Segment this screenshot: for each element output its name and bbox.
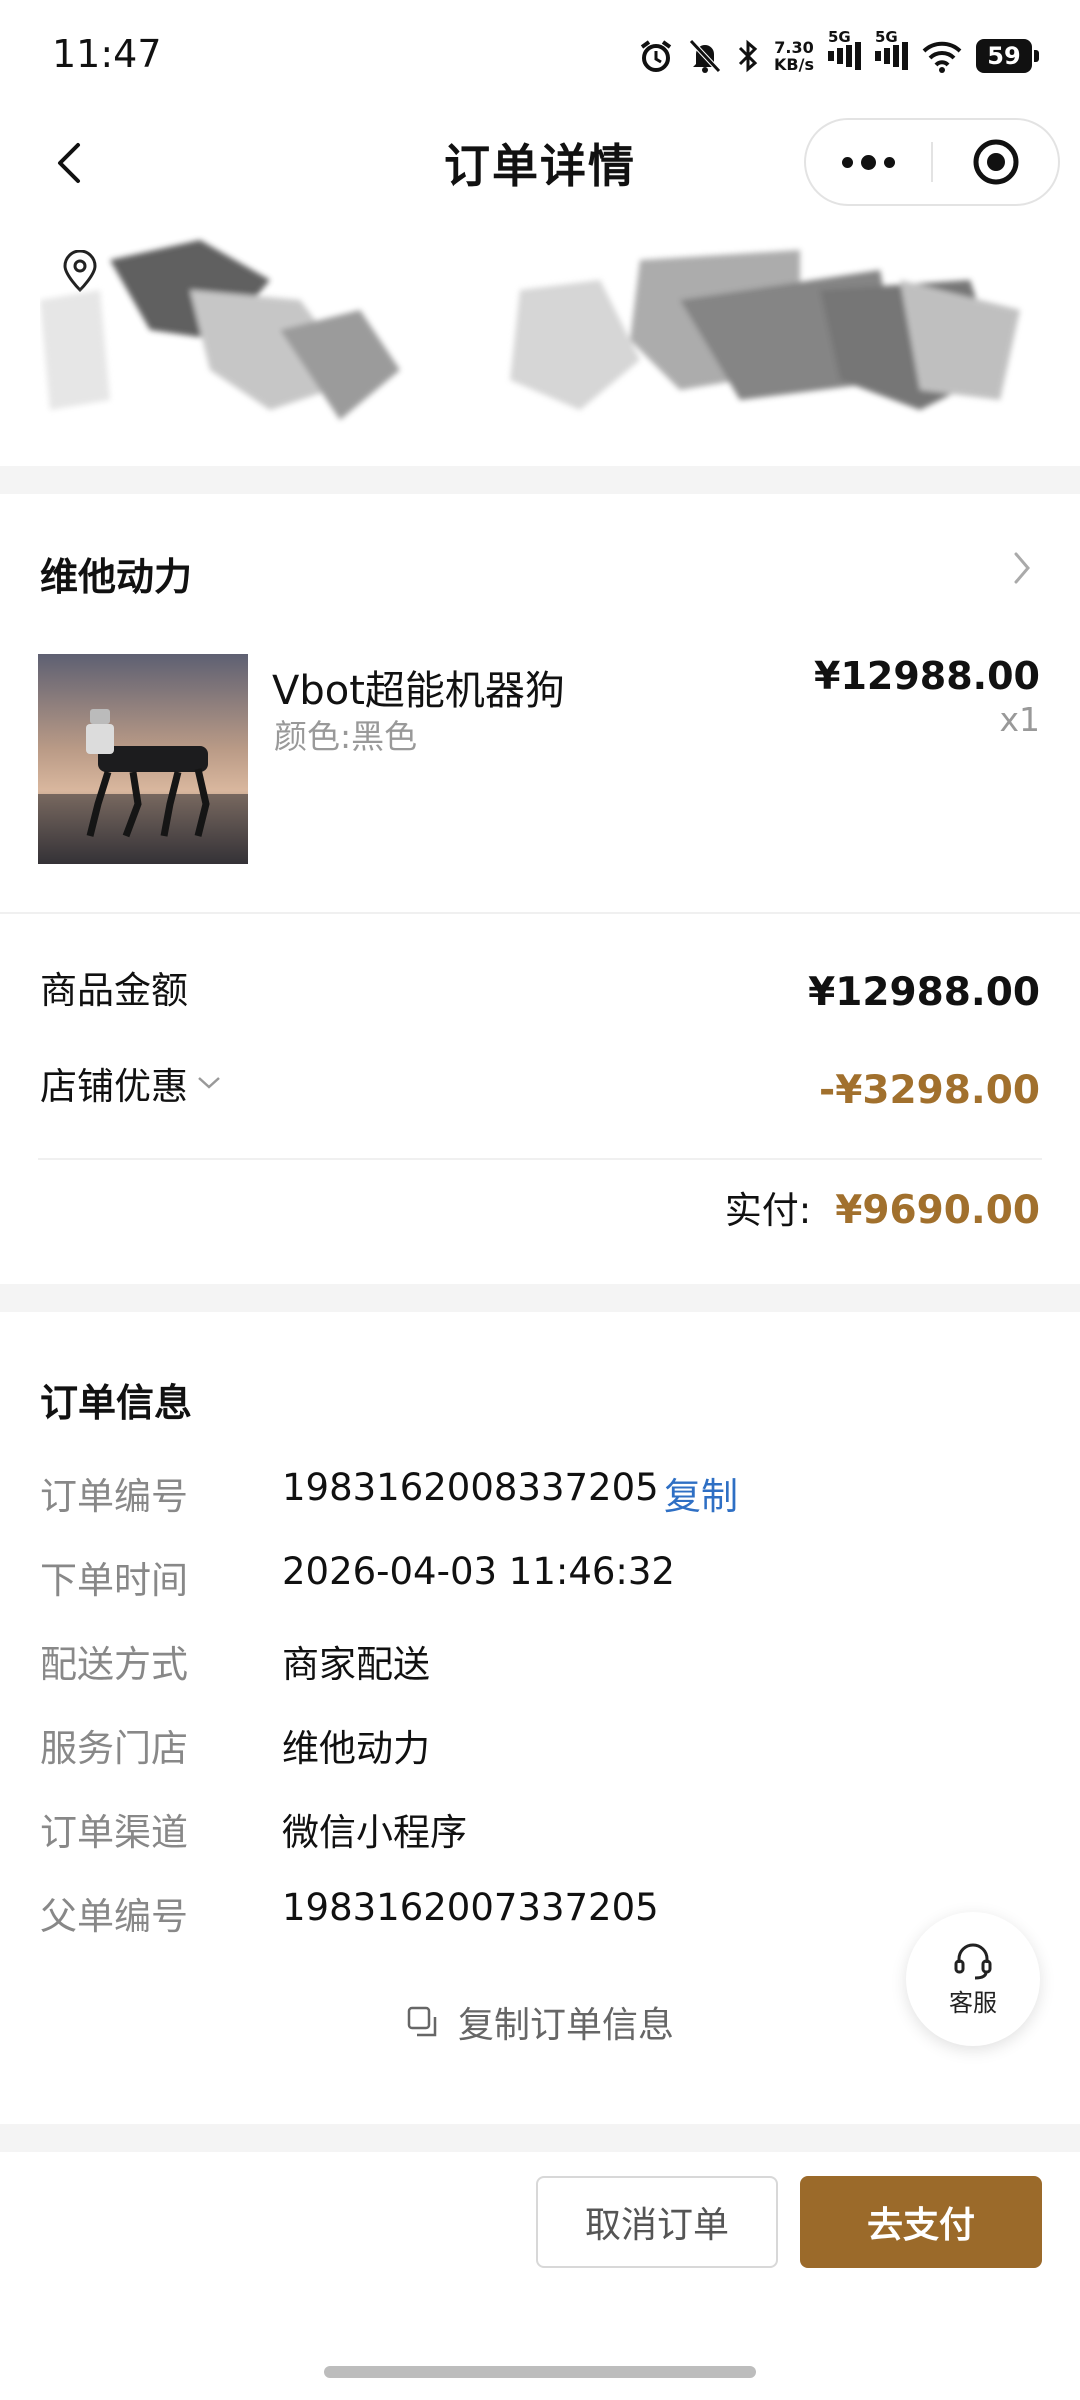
divider [0, 912, 1080, 914]
parent-order-value: 1983162007337205 [282, 1886, 659, 1929]
chevron-right-icon[interactable] [1010, 548, 1034, 588]
alarm-icon [638, 34, 674, 78]
product-quantity: x1 [999, 700, 1040, 739]
net-speed-unit: KB/s [774, 55, 814, 74]
delivery-method-label: 配送方式 [40, 1643, 188, 1686]
customer-service-label: 客服 [949, 1988, 997, 2017]
address-card[interactable] [0, 220, 1080, 466]
chevron-down-icon [198, 1077, 220, 1089]
order-channel-label: 订单渠道 [40, 1811, 188, 1854]
shop-card [0, 494, 1080, 1284]
paid-amount: ¥9690.00 [835, 1188, 1040, 1233]
paid-label: 实付: [724, 1189, 812, 1232]
status-icons: 7.30 KB/s 5G 5G 59 [638, 28, 1039, 82]
home-indicator[interactable] [324, 2366, 756, 2378]
status-bar: 11:47 7.30 KB/s 5G 5G 59 [0, 0, 1080, 110]
net-speed-value: 7.30 [774, 38, 814, 57]
order-number-label: 订单编号 [40, 1475, 188, 1518]
net-speed: 7.30 KB/s [774, 34, 814, 78]
mute-bell-icon [688, 34, 722, 78]
delivery-method-value: 商家配送 [282, 1643, 430, 1686]
status-time: 11:47 [52, 32, 162, 76]
headset-icon [954, 1943, 992, 1979]
paid-row: 实付: ¥9690.00 [725, 1180, 1040, 1234]
mini-program-capsule [804, 118, 1060, 206]
battery-level: 59 [976, 39, 1039, 73]
more-dots-icon[interactable] [806, 154, 931, 170]
battery-icon: 59 [976, 34, 1039, 78]
order-channel-value: 微信小程序 [282, 1811, 467, 1854]
target-icon[interactable] [933, 138, 1058, 186]
goods-amount-label: 商品金额 [40, 969, 188, 1012]
pay-button[interactable]: 去支付 [800, 2176, 1042, 2268]
product-spec: 颜色:黑色 [274, 717, 418, 756]
shop-discount-toggle[interactable]: 店铺优惠 [40, 1056, 222, 1110]
wifi-icon [922, 34, 962, 78]
copy-order-number-link[interactable]: 复制 [664, 1466, 738, 1520]
divider [38, 1158, 1042, 1160]
signal-icon: 5G [828, 28, 861, 78]
shop-name[interactable]: 维他动力 [40, 546, 192, 601]
copy-order-info-label: 复制订单信息 [457, 2005, 674, 2046]
order-time-label: 下单时间 [40, 1559, 188, 1602]
bluetooth-icon [736, 34, 760, 78]
product-image[interactable] [38, 654, 248, 864]
service-store-value: 维他动力 [282, 1727, 430, 1770]
shop-discount-value: -¥3298.00 [819, 1068, 1040, 1113]
service-store-label: 服务门店 [40, 1727, 188, 1770]
parent-order-label: 父单编号 [40, 1895, 188, 1938]
signal-label: 5G [828, 28, 851, 46]
cancel-order-button[interactable]: 取消订单 [536, 2176, 778, 2268]
redacted-address [40, 240, 1020, 420]
order-info-title: 订单信息 [40, 1381, 193, 1425]
order-time-value: 2026-04-03 11:46:32 [282, 1550, 675, 1593]
copy-icon [407, 2006, 437, 2037]
goods-amount-value: ¥12988.00 [808, 970, 1040, 1015]
product-price: ¥12988.00 [814, 654, 1040, 698]
customer-service-button[interactable]: 客服 [906, 1912, 1040, 2046]
nav-bar: 订单详情 [0, 110, 1080, 220]
signal-label: 5G [875, 28, 898, 46]
shop-discount-label: 店铺优惠 [40, 1065, 188, 1108]
order-number-value: 1983162008337205 [282, 1466, 659, 1509]
signal-icon: 5G [875, 28, 908, 78]
product-title[interactable]: Vbot超能机器狗 [272, 658, 565, 716]
